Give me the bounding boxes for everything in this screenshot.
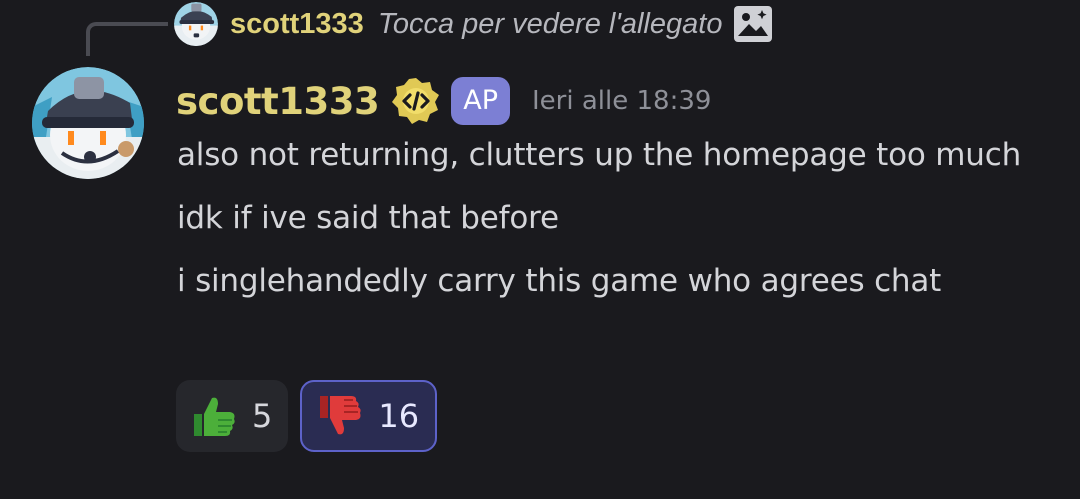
avatar[interactable]	[32, 67, 144, 179]
thumbs-down-icon	[316, 392, 364, 440]
message-line: also not returning, clutters up the home…	[177, 137, 1022, 173]
message-body: also not returning, clutters up the home…	[177, 128, 1037, 317]
reaction-count: 16	[378, 397, 420, 435]
reply-connector-line	[86, 22, 168, 56]
message-line: i singlehandedly carry this game who agr…	[177, 263, 942, 299]
timestamp: Ieri alle 18:39	[532, 86, 712, 116]
developer-badge-icon[interactable]	[391, 76, 441, 126]
reactions-bar: 5 16	[176, 380, 438, 452]
message-header: scott1333 AP Ieri alle 18:39	[176, 73, 711, 129]
reply-reference[interactable]: scott1333 Tocca per vedere l'allegato	[174, 2, 773, 46]
image-icon	[734, 6, 773, 42]
message-view: scott1333 Tocca per vedere l'allegato sc…	[0, 0, 1080, 499]
reply-avatar[interactable]	[174, 2, 218, 46]
reaction-count: 5	[252, 397, 273, 435]
message-line: idk if ive said that before	[177, 200, 559, 236]
reply-attachment-text[interactable]: Tocca per vedere l'allegato	[378, 8, 723, 41]
author-name[interactable]: scott1333	[176, 80, 380, 123]
reaction-thumbs-up[interactable]: 5	[176, 380, 289, 452]
reply-author-name[interactable]: scott1333	[230, 8, 364, 41]
thumbs-up-icon	[190, 392, 238, 440]
reaction-thumbs-down[interactable]: 16	[300, 380, 438, 452]
role-tag[interactable]: AP	[451, 77, 510, 125]
